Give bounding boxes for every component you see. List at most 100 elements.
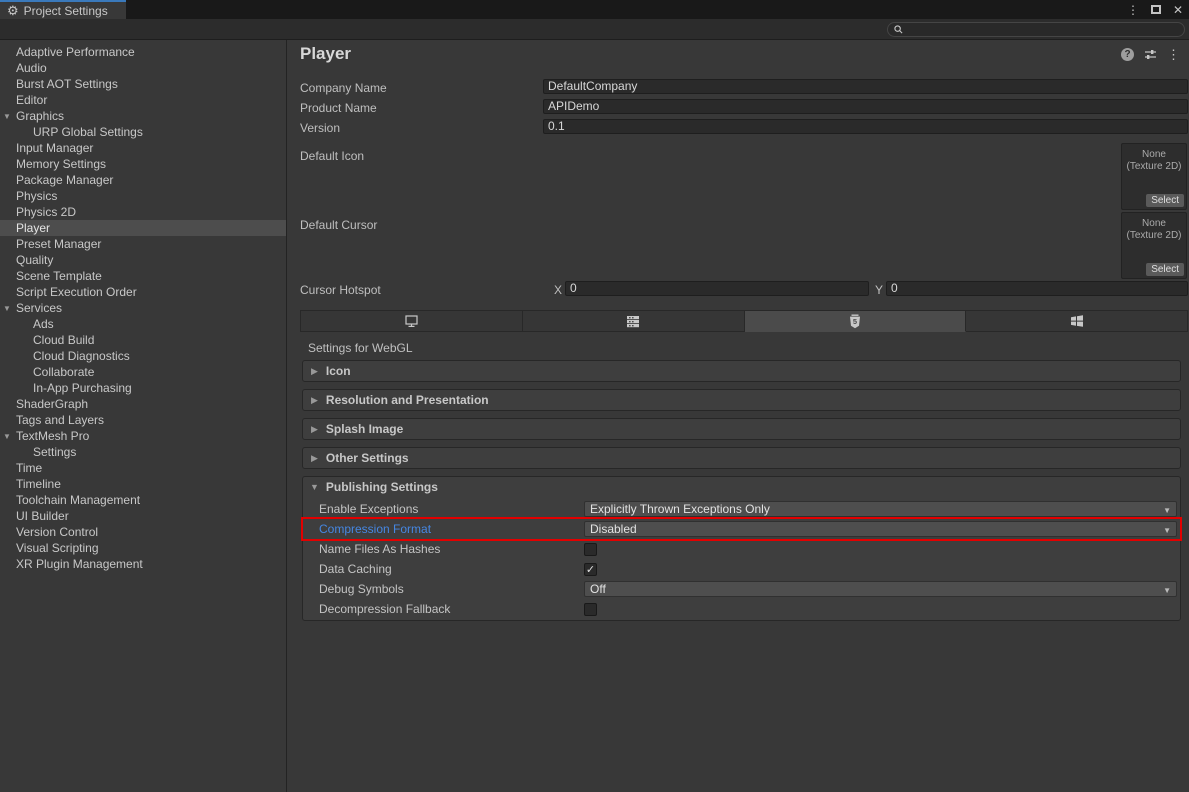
sidebar-item-visual-scripting[interactable]: Visual Scripting (0, 540, 286, 556)
window-tab-project-settings[interactable]: ⚙ Project Settings (0, 0, 126, 19)
property-label: Product Name (300, 101, 377, 115)
close-icon[interactable]: ✕ (1173, 4, 1183, 16)
svg-text:5: 5 (853, 317, 857, 326)
sidebar-item-scene-template[interactable]: Scene Template (0, 268, 286, 284)
maximize-icon[interactable] (1151, 5, 1161, 14)
sidebar-item-label: Collaborate (33, 365, 94, 379)
sidebar-item-label: Input Manager (16, 141, 93, 155)
compression-format-dropdown[interactable]: Disabled▼ (584, 521, 1177, 537)
help-icon[interactable]: ? (1121, 48, 1134, 61)
panel-menu-icon[interactable]: ⋮ (1167, 48, 1180, 61)
section-splash-image[interactable]: ▶Splash Image (302, 418, 1181, 440)
sidebar-item-label: Scene Template (16, 269, 102, 283)
sidebar-item-editor[interactable]: Editor (0, 92, 286, 108)
sidebar-item-collaborate[interactable]: Collaborate (0, 364, 286, 380)
debug-symbols-dropdown[interactable]: Off▼ (584, 581, 1177, 597)
sidebar-item-memory-settings[interactable]: Memory Settings (0, 156, 286, 172)
sidebar-item-package-manager[interactable]: Package Manager (0, 172, 286, 188)
section-other-settings[interactable]: ▶Other Settings (302, 447, 1181, 469)
platform-tab-windows[interactable] (966, 310, 1188, 332)
decompression-fallback-checkbox[interactable] (584, 603, 597, 616)
publishing-row-compression-format: Compression FormatDisabled▼ (303, 519, 1180, 539)
sidebar-item-ads[interactable]: Ads (0, 316, 286, 332)
cursor-hotspot-label: Cursor Hotspot (300, 283, 381, 297)
default-icon-well[interactable]: None (Texture 2D) Select (1121, 143, 1187, 210)
sidebar-item-adaptive-performance[interactable]: Adaptive Performance (0, 44, 286, 60)
sidebar-item-services[interactable]: ▼ Services (0, 300, 286, 316)
name-files-as-hashes-checkbox[interactable] (584, 543, 597, 556)
sidebar: Adaptive PerformanceAudioBurst AOT Setti… (0, 40, 287, 792)
sidebar-item-version-control[interactable]: Version Control (0, 524, 286, 540)
property-label: Company Name (300, 81, 387, 95)
section-label: Icon (326, 364, 351, 378)
sidebar-item-player[interactable]: Player (0, 220, 286, 236)
cursor-hotspot-y-field[interactable]: 0 (886, 281, 1188, 296)
sidebar-item-burst-aot-settings[interactable]: Burst AOT Settings (0, 76, 286, 92)
foldout-open-icon[interactable]: ▼ (3, 301, 11, 317)
default-icon-select-button[interactable]: Select (1146, 194, 1184, 207)
sidebar-item-label: Services (16, 301, 62, 315)
property-row-product-name: Product Name APIDemo (288, 99, 1189, 119)
gear-icon: ⚙ (7, 4, 19, 17)
sidebar-item-xr-plugin-management[interactable]: XR Plugin Management (0, 556, 286, 572)
sidebar-item-time[interactable]: Time (0, 460, 286, 476)
window-menu-icon[interactable]: ⋮ (1127, 4, 1139, 16)
product-name-field[interactable]: APIDemo (543, 99, 1188, 114)
sidebar-item-input-manager[interactable]: Input Manager (0, 140, 286, 156)
search-box[interactable] (887, 22, 1185, 37)
enable-exceptions-dropdown[interactable]: Explicitly Thrown Exceptions Only▼ (584, 501, 1177, 517)
sidebar-item-physics[interactable]: Physics (0, 188, 286, 204)
sidebar-item-label: Physics 2D (16, 205, 76, 219)
foldout-open-icon[interactable]: ▼ (3, 109, 11, 125)
sidebar-item-script-execution-order[interactable]: Script Execution Order (0, 284, 286, 300)
sidebar-item-in-app-purchasing[interactable]: In-App Purchasing (0, 380, 286, 396)
sidebar-item-settings[interactable]: Settings (0, 444, 286, 460)
property-control: Disabled▼ (584, 521, 1177, 537)
section-resolution-and-presentation[interactable]: ▶Resolution and Presentation (302, 389, 1181, 411)
sidebar-item-label: Graphics (16, 109, 64, 123)
cursor-hotspot-y-label: Y (875, 283, 883, 297)
sidebar-item-label: Toolchain Management (16, 493, 140, 507)
sidebar-item-timeline[interactable]: Timeline (0, 476, 286, 492)
sidebar-item-label: In-App Purchasing (33, 381, 132, 395)
sidebar-item-label: Audio (16, 61, 47, 75)
data-caching-checkbox[interactable]: ✓ (584, 563, 597, 576)
default-icon-label: Default Icon (300, 149, 364, 163)
sidebar-item-graphics[interactable]: ▼ Graphics (0, 108, 286, 124)
sidebar-item-urp-global-settings[interactable]: URP Global Settings (0, 124, 286, 140)
publishing-settings-header[interactable]: ▼ Publishing Settings (303, 477, 1180, 497)
sidebar-item-shadergraph[interactable]: ShaderGraph (0, 396, 286, 412)
sidebar-item-audio[interactable]: Audio (0, 60, 286, 76)
sidebar-item-toolchain-management[interactable]: Toolchain Management (0, 492, 286, 508)
foldout-open-icon[interactable]: ▼ (3, 429, 11, 445)
platform-tab-webgl[interactable]: 5 (745, 310, 967, 332)
property-row-company-name: Company Name DefaultCompany (288, 79, 1189, 99)
cursor-hotspot-x-field[interactable]: 0 (565, 281, 869, 296)
sidebar-item-quality[interactable]: Quality (0, 252, 286, 268)
server-icon (626, 315, 640, 328)
sidebar-item-physics-2d[interactable]: Physics 2D (0, 204, 286, 220)
search-input[interactable] (907, 24, 1167, 36)
sidebar-item-cloud-diagnostics[interactable]: Cloud Diagnostics (0, 348, 286, 364)
sidebar-item-tags-and-layers[interactable]: Tags and Layers (0, 412, 286, 428)
sidebar-item-cloud-build[interactable]: Cloud Build (0, 332, 286, 348)
company-name-field[interactable]: DefaultCompany (543, 79, 1188, 94)
sidebar-item-textmesh-pro[interactable]: ▼TextMesh Pro (0, 428, 286, 444)
preset-icon[interactable] (1144, 48, 1157, 61)
sidebar-item-preset-manager[interactable]: Preset Manager (0, 236, 286, 252)
version-field[interactable]: 0.1 (543, 119, 1188, 134)
default-cursor-value-line1: None (1142, 218, 1166, 229)
platform-tab-dedicated-server[interactable] (523, 310, 745, 332)
property-control: Off▼ (584, 581, 1177, 597)
foldout-closed-icon: ▶ (311, 424, 318, 435)
default-cursor-select-button[interactable]: Select (1146, 263, 1184, 276)
sidebar-item-label: Cloud Build (33, 333, 94, 347)
sidebar-item-label: URP Global Settings (33, 125, 143, 139)
section-icon[interactable]: ▶Icon (302, 360, 1181, 382)
platform-tab-standalone[interactable] (300, 310, 523, 332)
default-cursor-well[interactable]: None (Texture 2D) Select (1121, 212, 1187, 279)
sidebar-item-ui-builder[interactable]: UI Builder (0, 508, 286, 524)
player-settings-panel: Player ? ⋮ Company NameDefaultCompanyPro… (288, 40, 1189, 792)
sidebar-item-label: Preset Manager (16, 237, 101, 251)
property-label: Data Caching (319, 562, 584, 576)
